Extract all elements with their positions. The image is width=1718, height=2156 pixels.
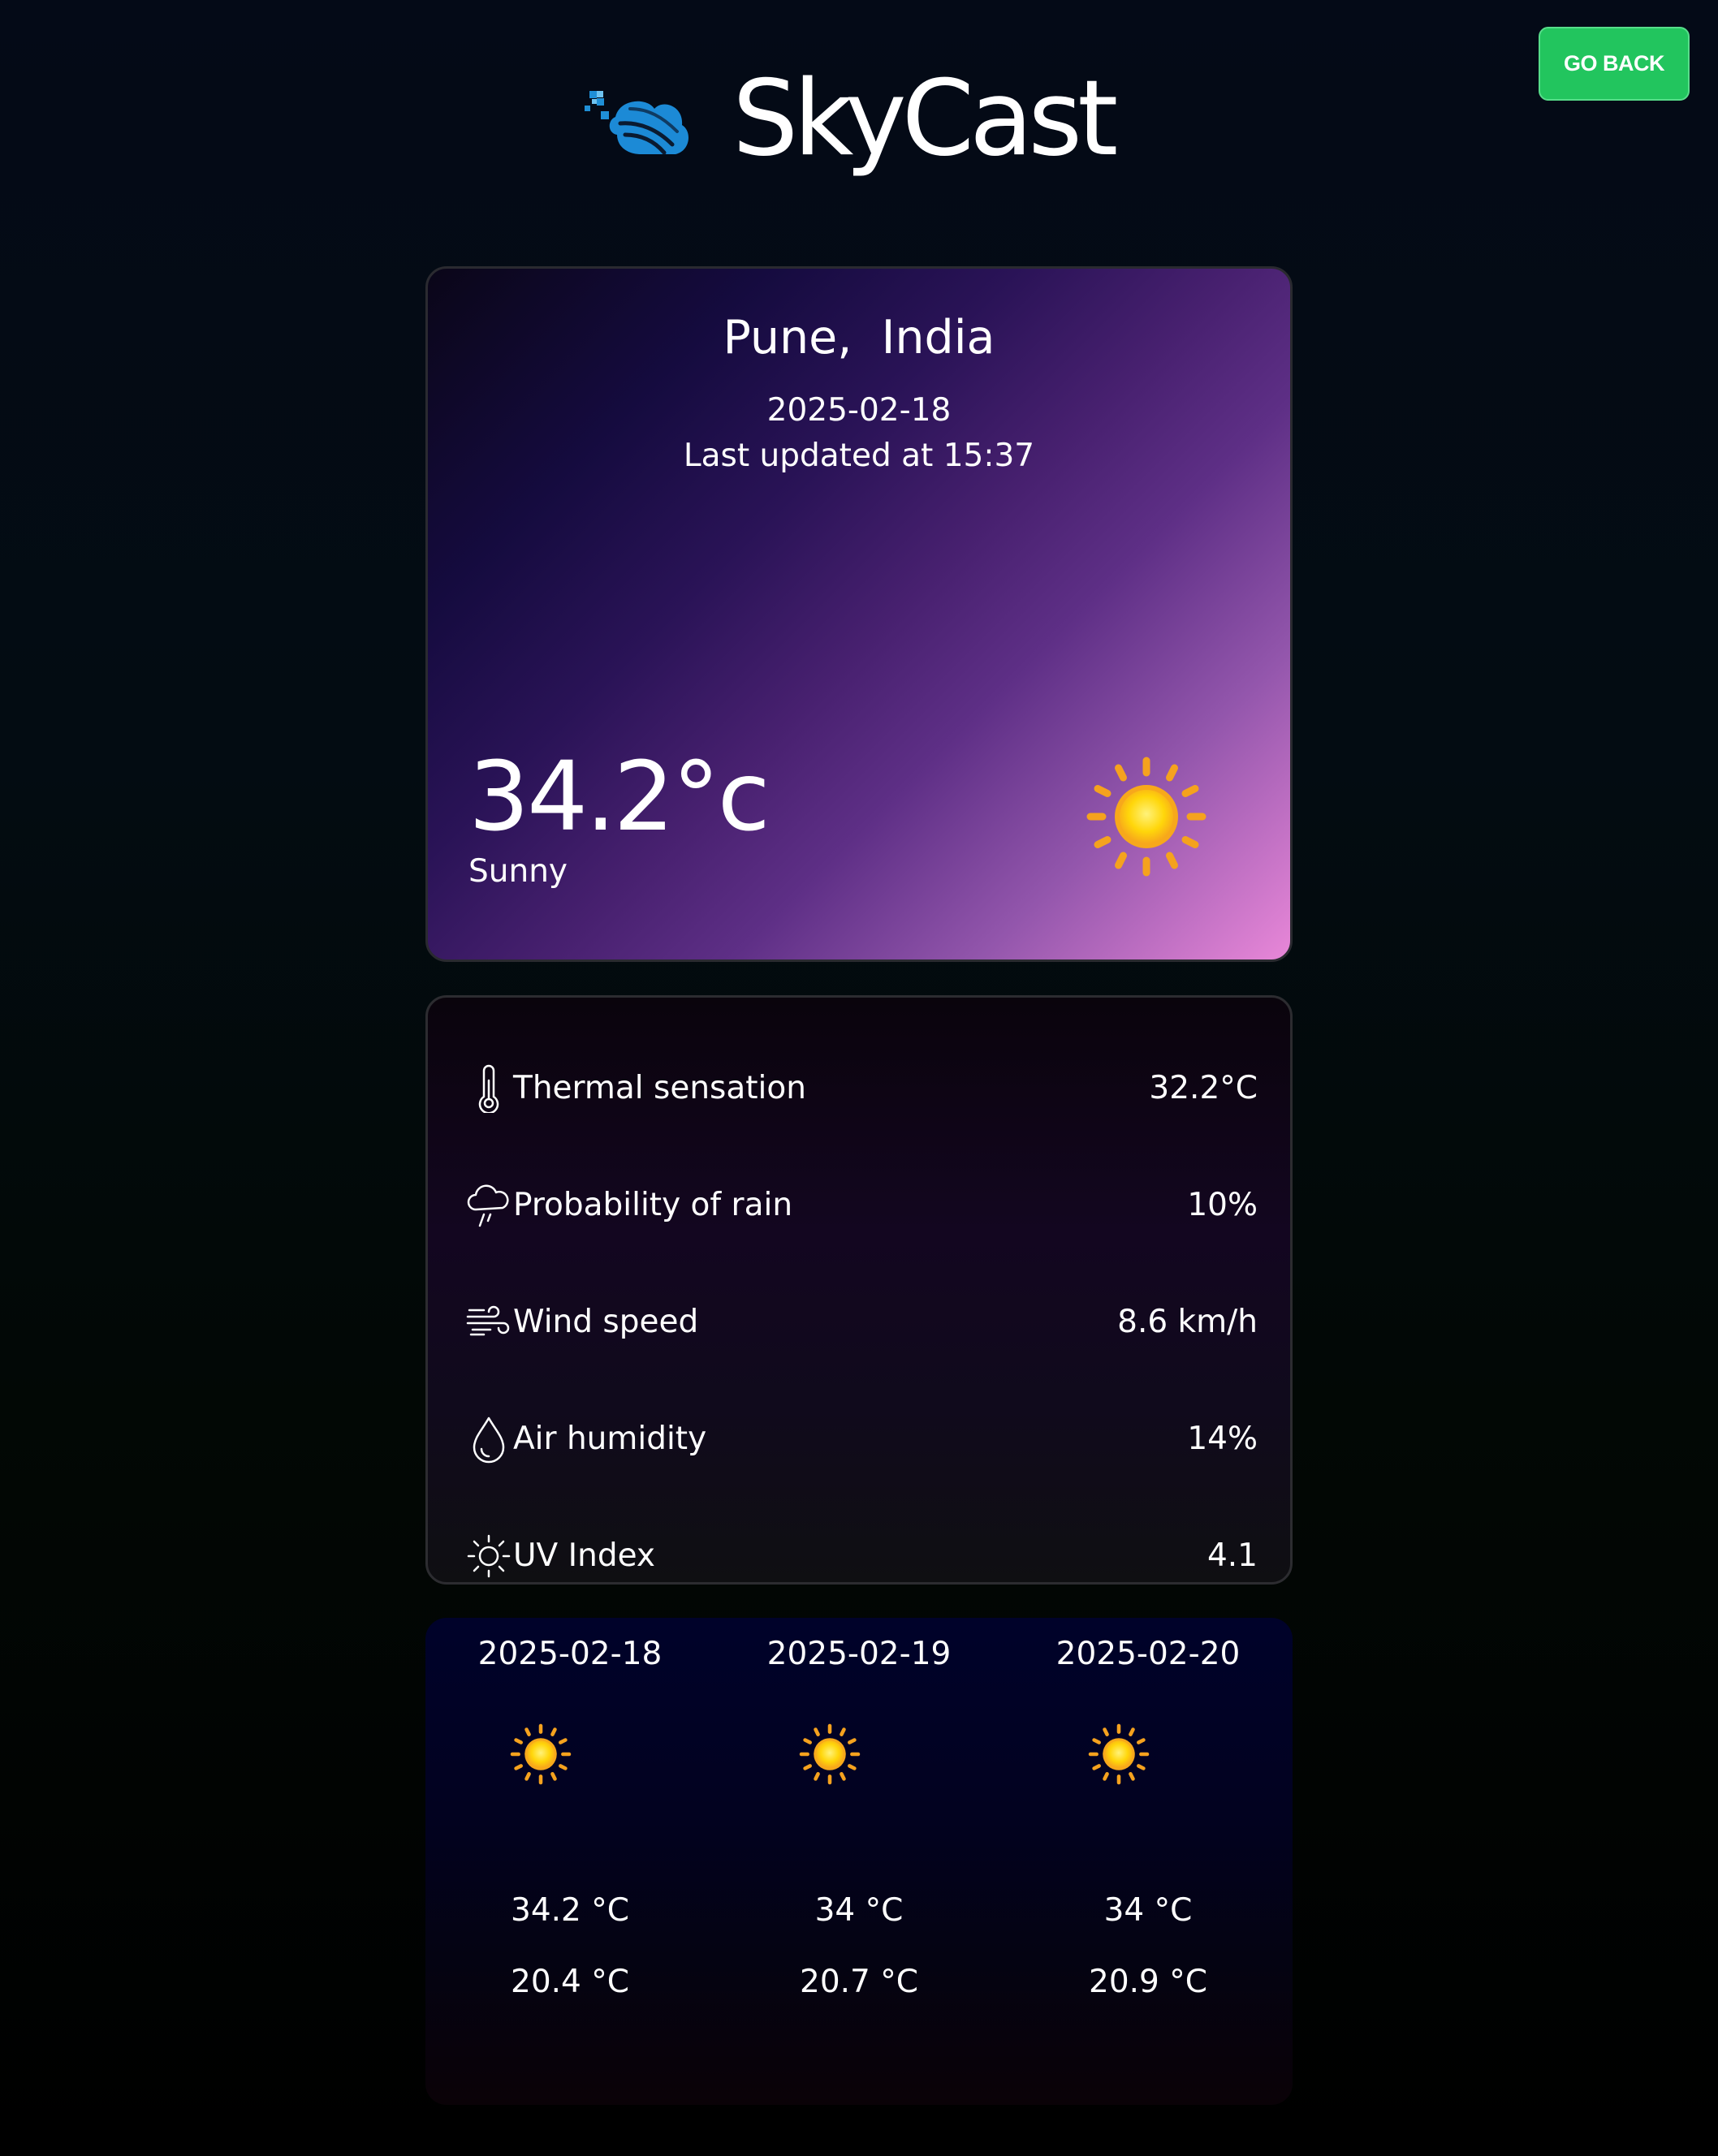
current-temperature: 34.2°c xyxy=(468,740,771,852)
detail-value: 32.2°C xyxy=(1149,1070,1258,1106)
forecast-max-temp: 34 °C xyxy=(1103,1892,1193,1929)
rain-cloud-icon xyxy=(466,1179,512,1231)
sun-icon xyxy=(1088,1723,1150,1785)
detail-value: 14% xyxy=(1187,1421,1258,1457)
city-name: Pune, xyxy=(723,311,853,364)
current-condition: Sunny xyxy=(468,853,568,890)
forecast-card: 2025-02-18 34.2 °C 20.4 °C 2025-02-19 34… xyxy=(425,1618,1293,2105)
forecast-date: 2025-02-20 xyxy=(1055,1636,1241,1672)
weather-details-card: Thermal sensation 32.2°C Probability of … xyxy=(425,995,1293,1585)
last-updated-text: Last updated at 15:37 xyxy=(683,438,1035,474)
sun-outline-icon xyxy=(466,1530,512,1582)
detail-value: 4.1 xyxy=(1206,1537,1258,1574)
detail-label: Probability of rain xyxy=(513,1187,793,1223)
detail-row-thermal-sensation: Thermal sensation 32.2°C xyxy=(466,1056,1258,1121)
forecast-max-temp: 34 °C xyxy=(814,1892,904,1929)
skycast-logo-icon xyxy=(585,91,688,155)
forecast-date: 2025-02-19 xyxy=(766,1636,952,1672)
sun-icon xyxy=(510,1723,572,1785)
current-weather-card: Pune, India 2025-02-18 Last updated at 1… xyxy=(425,266,1293,962)
forecast-day: 2025-02-20 34 °C 20.9 °C xyxy=(1004,1618,1293,2105)
sun-icon xyxy=(1086,756,1207,877)
detail-row-wind-speed: Wind speed 8.6 km/h xyxy=(466,1290,1258,1355)
detail-label: Thermal sensation xyxy=(513,1070,806,1106)
detail-label: Air humidity xyxy=(513,1421,707,1457)
go-back-button[interactable]: GO BACK xyxy=(1539,27,1690,101)
forecast-min-temp: 20.4 °C xyxy=(511,1964,629,2000)
forecast-day: 2025-02-19 34 °C 20.7 °C xyxy=(714,1618,1004,2105)
detail-value: 8.6 km/h xyxy=(1117,1304,1258,1340)
current-date: 2025-02-18 xyxy=(766,392,952,429)
location-title: Pune, India xyxy=(428,309,1290,366)
detail-value: 10% xyxy=(1187,1187,1258,1223)
detail-label: UV Index xyxy=(513,1537,655,1574)
app-title: SkyCast xyxy=(732,58,1118,179)
forecast-max-temp: 34.2 °C xyxy=(511,1892,629,1929)
forecast-min-temp: 20.7 °C xyxy=(800,1964,918,2000)
thermometer-icon xyxy=(466,1063,512,1115)
droplet-icon xyxy=(466,1413,512,1465)
detail-row-uv-index: UV Index 4.1 xyxy=(466,1524,1258,1589)
wind-icon xyxy=(466,1296,512,1348)
country-name: India xyxy=(881,311,995,364)
forecast-date: 2025-02-18 xyxy=(477,1636,663,1672)
sun-icon xyxy=(799,1723,861,1785)
detail-row-air-humidity: Air humidity 14% xyxy=(466,1407,1258,1472)
detail-label: Wind speed xyxy=(513,1304,699,1340)
forecast-min-temp: 20.9 °C xyxy=(1089,1964,1207,2000)
detail-row-rain-probability: Probability of rain 10% xyxy=(466,1173,1258,1238)
forecast-day: 2025-02-18 34.2 °C 20.4 °C xyxy=(425,1618,714,2105)
